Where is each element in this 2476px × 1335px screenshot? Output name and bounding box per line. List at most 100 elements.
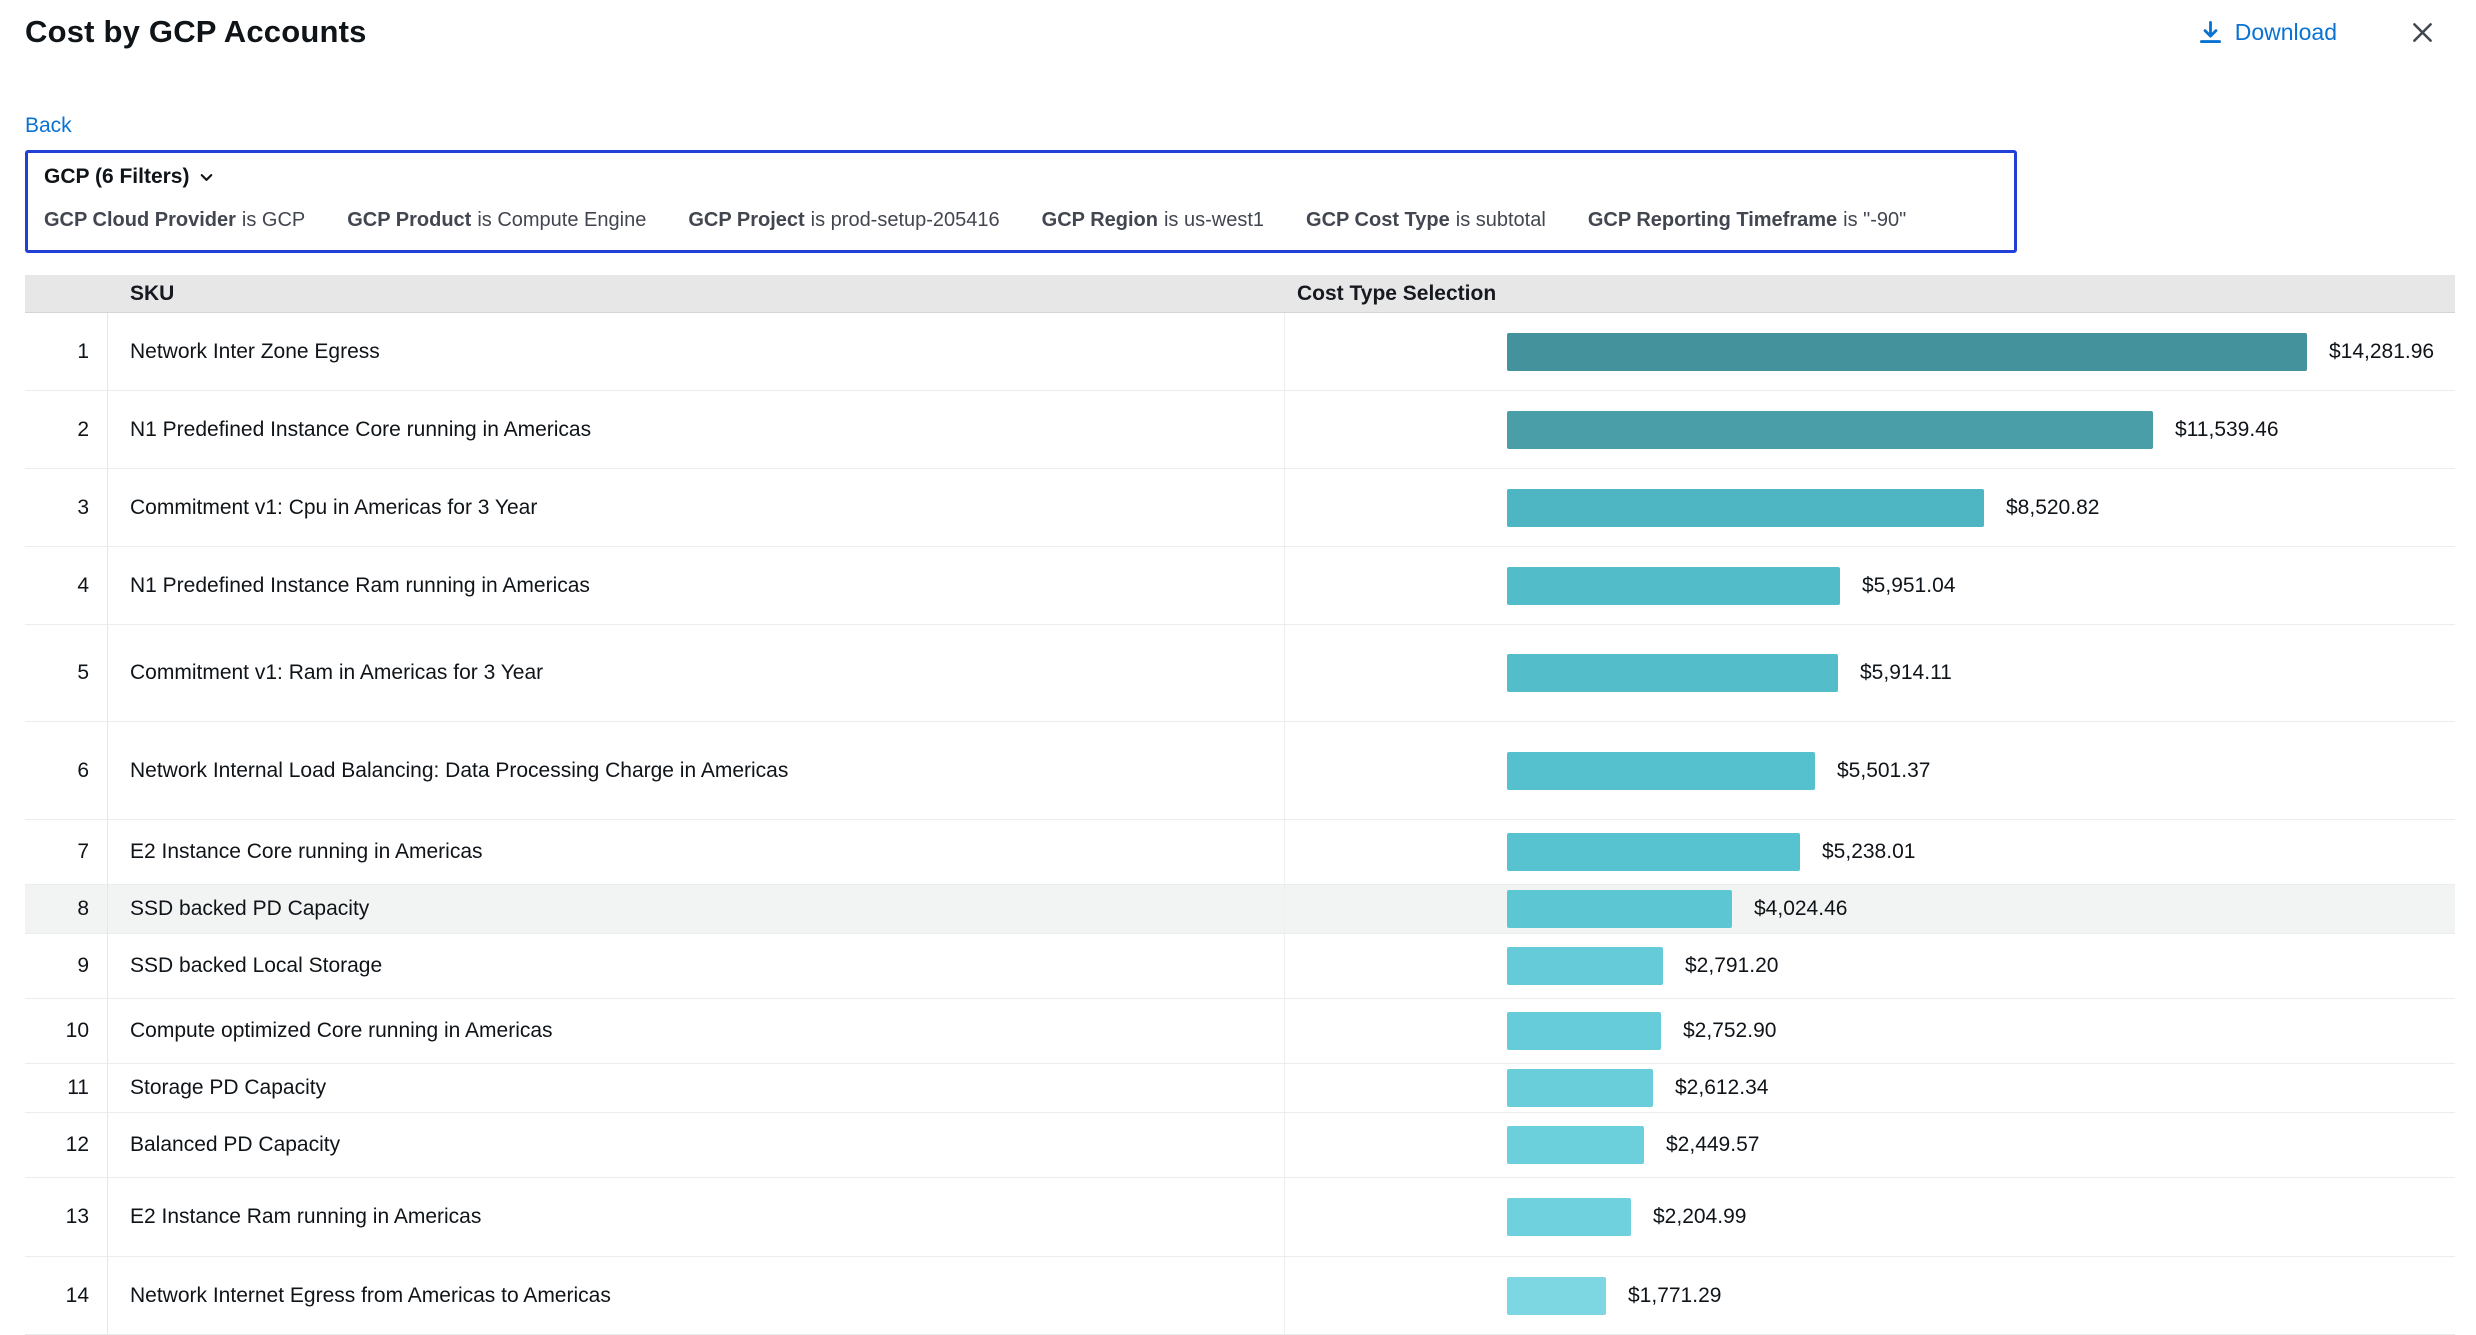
cost-bar[interactable] <box>1507 1126 1644 1164</box>
cost-cell: $2,204.99 <box>1285 1178 2455 1256</box>
cost-value-label: $14,281.96 <box>2329 340 2434 364</box>
filter-name: GCP Product <box>347 209 471 231</box>
filter-condition: is "-90" <box>1843 209 1906 231</box>
sku-cell: E2 Instance Core running in Americas <box>108 820 1285 884</box>
row-index: 8 <box>25 885 108 933</box>
filter-list: GCP Cloud Provider is GCP GCP Productis C… <box>44 209 1998 232</box>
table-row: 5 Commitment v1: Ram in Americas for 3 Y… <box>25 625 2455 722</box>
sku-cell: SSD backed PD Capacity <box>108 885 1285 933</box>
close-button[interactable] <box>2409 19 2436 46</box>
sku-cell: Network Inter Zone Egress <box>108 313 1285 390</box>
table-row: 2 N1 Predefined Instance Core running in… <box>25 391 2455 469</box>
sku-cell: E2 Instance Ram running in Americas <box>108 1178 1285 1256</box>
row-index: 13 <box>25 1178 108 1256</box>
bar-track: $5,501.37 <box>1507 752 2455 790</box>
sku-cell: N1 Predefined Instance Ram running in Am… <box>108 547 1285 624</box>
row-index: 9 <box>25 934 108 998</box>
row-index: 4 <box>25 547 108 624</box>
sku-cell: Commitment v1: Cpu in Americas for 3 Yea… <box>108 469 1285 546</box>
cost-value-label: $2,612.34 <box>1675 1076 1768 1100</box>
download-button[interactable]: Download <box>2198 19 2337 46</box>
cost-cell: $2,752.90 <box>1285 999 2455 1063</box>
filter-chip[interactable]: GCP Cost Typeis subtotal <box>1306 209 1546 232</box>
cost-cell: $11,539.46 <box>1285 391 2455 468</box>
row-index: 6 <box>25 722 108 819</box>
row-index: 14 <box>25 1257 108 1334</box>
filter-group-label: GCP (6 Filters) <box>44 165 189 189</box>
row-index: 12 <box>25 1113 108 1177</box>
cost-value-label: $2,449.57 <box>1666 1133 1759 1157</box>
table-row: 6 Network Internal Load Balancing: Data … <box>25 722 2455 820</box>
cost-bar[interactable] <box>1507 1198 1631 1236</box>
row-index: 11 <box>25 1064 108 1112</box>
cost-bar[interactable] <box>1507 654 1838 692</box>
filter-name: GCP Cloud Provider <box>44 209 236 231</box>
bar-track: $4,024.46 <box>1507 890 2455 928</box>
bar-track: $8,520.82 <box>1507 489 2455 527</box>
filter-panel: GCP (6 Filters) GCP Cloud Provider is GCP… <box>25 150 2017 253</box>
cost-bar[interactable] <box>1507 567 1840 605</box>
cost-value-label: $5,951.04 <box>1862 574 1955 598</box>
bar-track: $2,752.90 <box>1507 1012 2455 1050</box>
table-row: 12 Balanced PD Capacity $2,449.57 <box>25 1113 2455 1178</box>
row-index: 7 <box>25 820 108 884</box>
row-index: 1 <box>25 313 108 390</box>
cost-column-header: Cost Type Selection <box>1285 282 2455 306</box>
bar-track: $5,914.11 <box>1507 654 2455 692</box>
filter-chip[interactable]: GCP Productis Compute Engine <box>347 209 646 232</box>
cost-value-label: $11,539.46 <box>2175 418 2279 442</box>
filter-condition: is GCP <box>242 209 305 231</box>
cost-value-label: $4,024.46 <box>1754 897 1847 921</box>
cost-bar[interactable] <box>1507 947 1663 985</box>
back-link[interactable]: Back <box>25 114 72 138</box>
cost-bar[interactable] <box>1507 1069 1653 1107</box>
row-index: 3 <box>25 469 108 546</box>
row-index: 2 <box>25 391 108 468</box>
cost-bar[interactable] <box>1507 411 2153 449</box>
table-row: 7 E2 Instance Core running in Americas $… <box>25 820 2455 885</box>
table-row: 14 Network Internet Egress from Americas… <box>25 1257 2455 1335</box>
filter-condition: is prod-setup-205416 <box>811 209 1000 231</box>
sku-cell: N1 Predefined Instance Core running in A… <box>108 391 1285 468</box>
filter-name: GCP Region <box>1042 209 1158 231</box>
table-row: 10 Compute optimized Core running in Ame… <box>25 999 2455 1064</box>
cost-cell: $5,238.01 <box>1285 820 2455 884</box>
sku-cell: Commitment v1: Ram in Americas for 3 Yea… <box>108 625 1285 721</box>
cost-bar[interactable] <box>1507 752 1815 790</box>
filter-chip[interactable]: GCP Regionis us-west1 <box>1042 209 1264 232</box>
sku-cell: Storage PD Capacity <box>108 1064 1285 1112</box>
cost-value-label: $5,501.37 <box>1837 759 1930 783</box>
cost-bar[interactable] <box>1507 489 1984 527</box>
bar-track: $11,539.46 <box>1507 411 2455 449</box>
cost-bar[interactable] <box>1507 333 2307 371</box>
cost-value-label: $1,771.29 <box>1628 1284 1721 1308</box>
table-row: 3 Commitment v1: Cpu in Americas for 3 Y… <box>25 469 2455 547</box>
cost-cell: $2,791.20 <box>1285 934 2455 998</box>
table-body: 1 Network Inter Zone Egress $14,281.96 2… <box>25 313 2455 1335</box>
download-icon <box>2198 20 2223 45</box>
cost-bar[interactable] <box>1507 833 1800 871</box>
bar-track: $5,238.01 <box>1507 833 2455 871</box>
filter-group-toggle[interactable]: GCP (6 Filters) <box>44 165 216 189</box>
filter-chip[interactable]: GCP Projectis prod-setup-205416 <box>688 209 999 232</box>
filter-chip[interactable]: GCP Reporting Timeframe is "-90" <box>1588 209 1906 232</box>
table-row: 4 N1 Predefined Instance Ram running in … <box>25 547 2455 625</box>
sku-cell: Balanced PD Capacity <box>108 1113 1285 1177</box>
bar-track: $5,951.04 <box>1507 567 2455 605</box>
filter-chip[interactable]: GCP Cloud Provider is GCP <box>44 209 305 232</box>
filter-name: GCP Reporting Timeframe <box>1588 209 1837 231</box>
cost-bar[interactable] <box>1507 1012 1661 1050</box>
bar-track: $14,281.96 <box>1507 333 2455 371</box>
table-row: 11 Storage PD Capacity $2,612.34 <box>25 1064 2455 1113</box>
bar-track: $2,612.34 <box>1507 1069 2455 1107</box>
cost-cell: $4,024.46 <box>1285 885 2455 933</box>
sku-cell: Network Internet Egress from Americas to… <box>108 1257 1285 1334</box>
cost-bar[interactable] <box>1507 890 1732 928</box>
cost-value-label: $2,204.99 <box>1653 1205 1746 1229</box>
cost-bar[interactable] <box>1507 1277 1606 1315</box>
table-row: 1 Network Inter Zone Egress $14,281.96 <box>25 313 2455 391</box>
filter-condition: is subtotal <box>1456 209 1546 231</box>
cost-cell: $1,771.29 <box>1285 1257 2455 1334</box>
bar-track: $2,449.57 <box>1507 1126 2455 1164</box>
cost-cell: $5,501.37 <box>1285 722 2455 819</box>
